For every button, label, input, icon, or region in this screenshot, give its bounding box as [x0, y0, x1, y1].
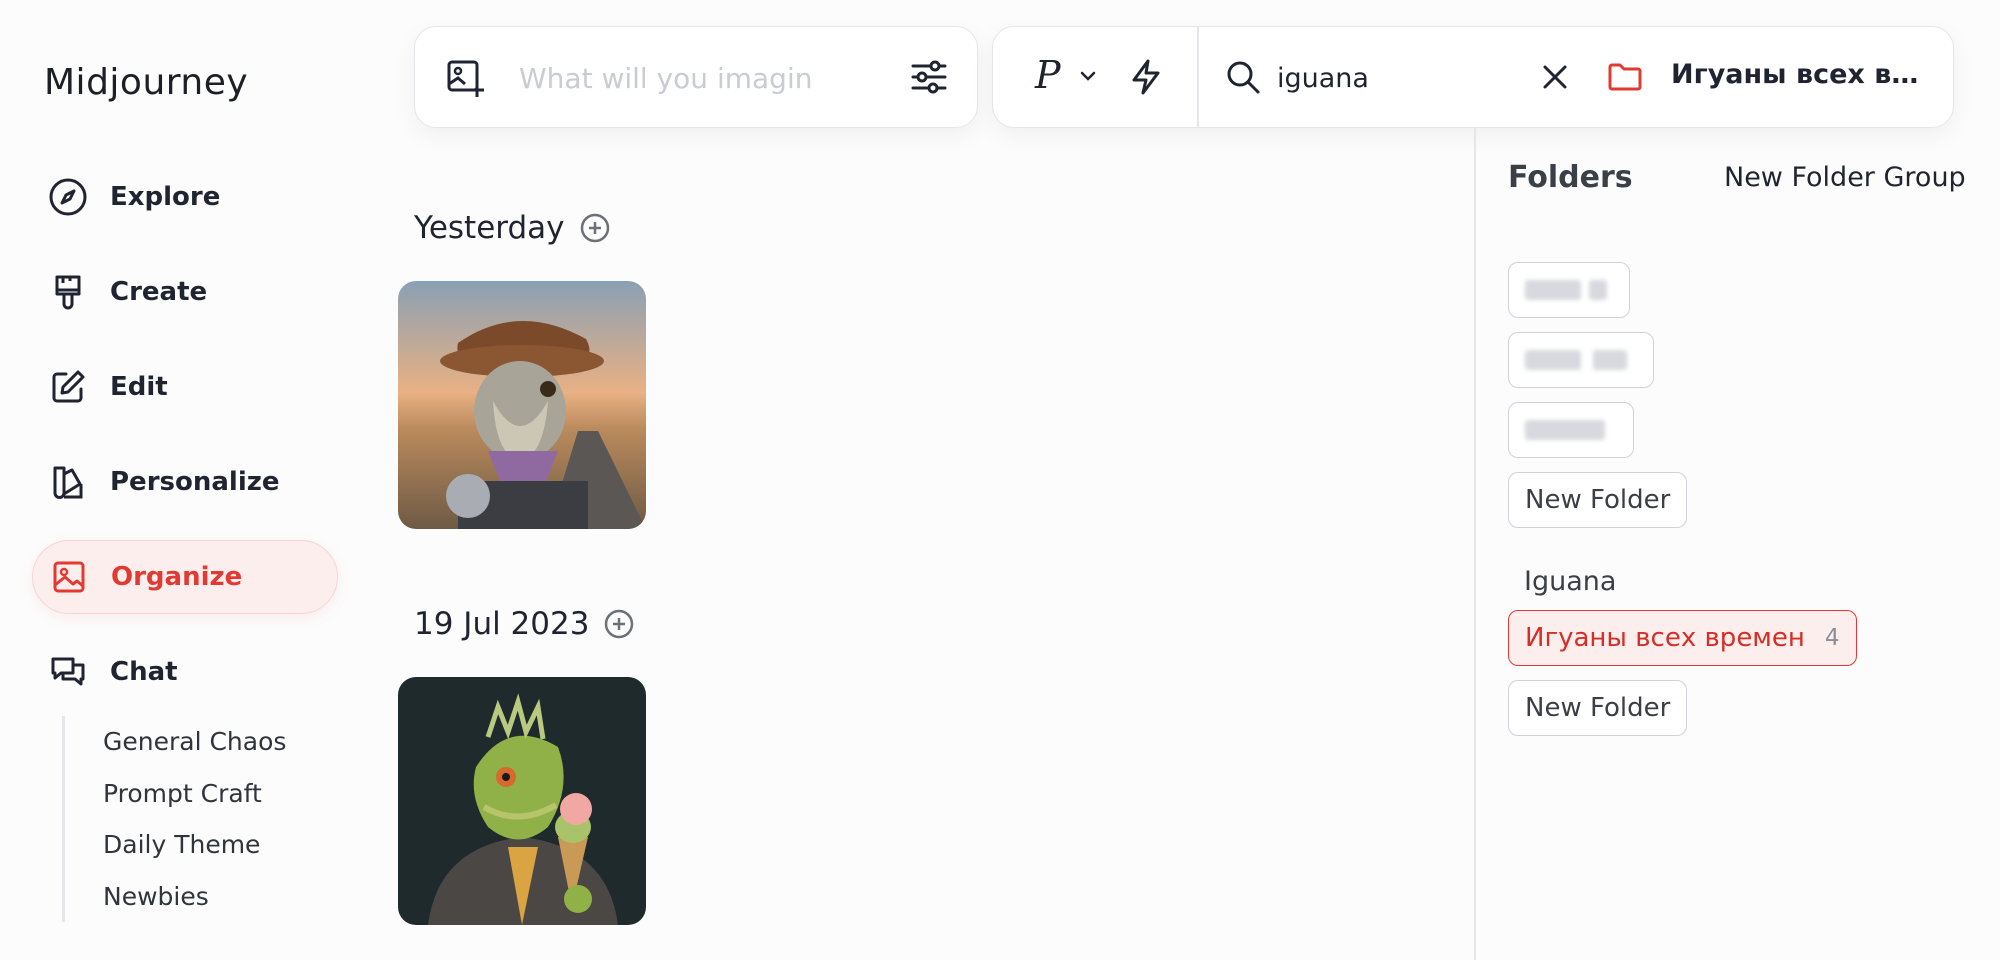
- redacted-text: [1525, 350, 1581, 370]
- channel-newbies[interactable]: Newbies: [103, 871, 342, 923]
- sidebar-nav: Explore Create Edit Personalize Organize…: [32, 160, 338, 730]
- personalization-button[interactable]: P: [1035, 53, 1061, 97]
- nav-item-chat[interactable]: Chat: [32, 635, 338, 709]
- new-folder-button[interactable]: New Folder: [1508, 680, 1688, 736]
- date-group-label: Yesterday: [414, 210, 565, 246]
- channel-prompt-craft[interactable]: Prompt Craft: [103, 768, 342, 820]
- new-folder-button[interactable]: New Folder: [1508, 472, 1688, 528]
- nav-label: Personalize: [110, 467, 280, 497]
- nav-label: Chat: [110, 657, 178, 687]
- search-input[interactable]: [1277, 57, 1537, 99]
- nav-item-organize[interactable]: Organize: [32, 540, 338, 614]
- search-icon: [1225, 59, 1261, 99]
- nav-label: Explore: [110, 182, 221, 212]
- folder-chip-redacted[interactable]: [1508, 332, 1654, 388]
- plus-circle-icon[interactable]: [579, 212, 611, 244]
- nav-item-create[interactable]: Create: [32, 255, 338, 329]
- date-group-header: 19 Jul 2023: [414, 606, 635, 642]
- image-thumbnail-iguana-cowboy[interactable]: [398, 281, 646, 529]
- nav-label: Organize: [111, 562, 243, 592]
- add-image-icon[interactable]: [445, 57, 487, 103]
- nav-label: Create: [110, 277, 208, 307]
- image-thumbnail-iguana-ice-cream[interactable]: [398, 677, 646, 925]
- folder-count: 4: [1824, 625, 1840, 651]
- redacted-text: [1525, 420, 1605, 440]
- prompt-input[interactable]: [519, 57, 889, 99]
- filter-toolbar: P Игуаны всех времен: [992, 26, 1954, 128]
- personalize-icon: [48, 462, 88, 502]
- folder-chip-selected[interactable]: Игуаны всех времен 4: [1508, 610, 1857, 666]
- nav-label: Edit: [110, 372, 168, 402]
- redacted-text: [1525, 280, 1581, 300]
- panel-divider: [1474, 128, 1476, 960]
- chat-icon: [48, 652, 88, 692]
- folder-group-label: Iguana: [1524, 566, 1617, 597]
- app-logo[interactable]: Midjourney: [44, 62, 248, 103]
- close-icon[interactable]: [1539, 61, 1571, 97]
- compass-icon: [48, 177, 88, 217]
- active-folder-label[interactable]: Игуаны всех времен: [1671, 59, 1931, 90]
- folder-chip-redacted[interactable]: [1508, 262, 1630, 318]
- prompt-bar: [414, 26, 978, 128]
- toolbar-divider: [1197, 27, 1199, 127]
- nav-item-personalize[interactable]: Personalize: [32, 445, 338, 519]
- settings-sliders-icon[interactable]: [909, 57, 949, 101]
- nav-item-explore[interactable]: Explore: [32, 160, 338, 234]
- chat-channel-list: General Chaos Prompt Craft Daily Theme N…: [62, 716, 342, 922]
- edit-icon: [48, 367, 88, 407]
- brush-icon: [48, 272, 88, 312]
- lightning-icon[interactable]: [1127, 57, 1165, 101]
- date-group-label: 19 Jul 2023: [414, 606, 590, 642]
- redacted-text: [1593, 350, 1627, 370]
- folder-chip-redacted[interactable]: [1508, 402, 1634, 458]
- date-group-header: Yesterday: [414, 210, 611, 246]
- redacted-text: [1589, 280, 1607, 300]
- chevron-down-icon[interactable]: [1077, 65, 1099, 91]
- gallery-icon: [49, 557, 89, 597]
- folders-title: Folders: [1508, 160, 1633, 195]
- folder-icon: [1607, 61, 1643, 97]
- folder-name: Игуаны всех времен: [1525, 623, 1805, 653]
- new-folder-group-button[interactable]: New Folder Group: [1724, 162, 1966, 193]
- channel-general-chaos[interactable]: General Chaos: [103, 716, 342, 768]
- plus-circle-icon[interactable]: [603, 608, 635, 640]
- nav-item-edit[interactable]: Edit: [32, 350, 338, 424]
- channel-daily-theme[interactable]: Daily Theme: [103, 819, 342, 871]
